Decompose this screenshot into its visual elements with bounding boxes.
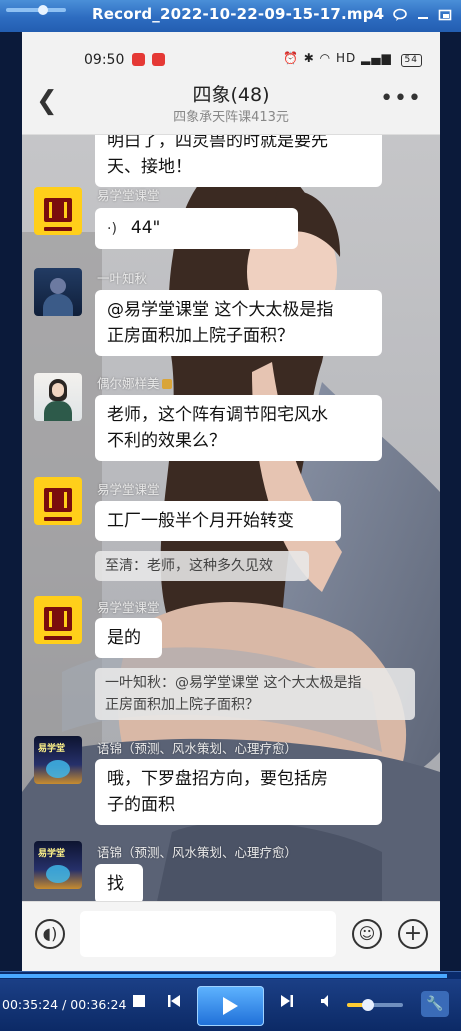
next-icon[interactable]	[276, 993, 298, 1014]
previous-icon[interactable]	[163, 993, 185, 1014]
message-bubble[interactable]: 工厂一般半个月开始转变	[95, 501, 341, 541]
status-time: 09:50	[84, 52, 125, 68]
sender-name-text: 偶尔娜样美	[97, 376, 160, 391]
avatar-figure-body	[43, 294, 73, 316]
window-mode-icon[interactable]	[437, 7, 453, 23]
more-options-icon[interactable]: •••	[380, 86, 422, 111]
message-text: 找	[107, 874, 124, 894]
alarm-icon: ⏰	[282, 51, 299, 65]
phone-screen: 09:50 ⏰ ✱ ◠ HD ▂▄▆ 54 ❮ 四象(48) 四象承天阵课413…	[22, 32, 440, 971]
bluetooth-icon: ✱	[303, 51, 315, 65]
battery-icon: 54	[400, 54, 422, 67]
avatar[interactable]	[34, 477, 82, 525]
voice-input-icon[interactable]: ◖)	[35, 919, 65, 949]
avatar-logo-text: 易学堂	[38, 849, 66, 859]
sender-name: 易学堂课堂	[97, 600, 160, 615]
voice-message-bubble[interactable]: ·) 44"	[95, 208, 298, 249]
book-logo-icon	[44, 488, 72, 512]
playback-time: 00:35:24 / 00:36:24	[2, 997, 127, 1012]
vip-badge-icon	[161, 379, 172, 389]
message-bubble[interactable]: 是的	[95, 618, 162, 658]
avatar-face	[52, 383, 64, 397]
message-input[interactable]	[80, 911, 336, 957]
settings-wrench-icon[interactable]: 🔧	[421, 991, 449, 1017]
avatar[interactable]: 易学堂	[34, 841, 82, 889]
message-text: 哦，下罗盘招方向，要包括房	[107, 769, 328, 789]
volume-knob[interactable]	[362, 999, 375, 1011]
quoted-reply[interactable]: 至清：老师，这种多久见效	[95, 551, 309, 581]
emoji-icon[interactable]: ☺	[352, 919, 382, 949]
message-bubble[interactable]: 哦，下罗盘招方向，要包括房 子的面积	[95, 759, 382, 825]
minimize-icon[interactable]	[415, 7, 431, 23]
avatar-figure	[50, 278, 66, 294]
message-text: 正房面积加上院子面积？	[107, 326, 294, 346]
volume-icon[interactable]	[316, 993, 338, 1014]
message-text: 不利的效果么？	[107, 431, 226, 451]
book-logo-icon	[44, 607, 72, 631]
avatar[interactable]	[34, 596, 82, 644]
wifi-icon: ◠	[319, 51, 332, 65]
avatar-body	[44, 401, 72, 421]
avatar[interactable]	[34, 187, 82, 235]
logo-text-bar	[44, 227, 72, 231]
avatar[interactable]	[34, 268, 82, 316]
message-bubble[interactable]: 老师，这个阵有调节阳宅风水 不利的效果么？	[95, 395, 382, 461]
sender-name: 语锦（预测、风水策划、心理疗愈）	[97, 741, 298, 756]
message-text: 老师，这个阵有调节阳宅风水	[107, 405, 328, 425]
signal-icon: ▂▄▆	[361, 51, 392, 65]
avatar-stage-shape	[46, 865, 70, 883]
mini-progress-knob[interactable]	[38, 5, 48, 15]
group-subtitle: 四象承天阵课413元	[173, 110, 289, 125]
hd-icon: HD	[335, 51, 357, 65]
group-title: 四象(48)	[192, 84, 270, 106]
avatar[interactable]	[34, 373, 82, 421]
voice-duration: 44"	[130, 218, 161, 238]
message-text: @易学堂课堂 这个大太极是指	[107, 300, 334, 320]
sender-name: 语锦（预测、风水策划、心理疗愈）	[97, 845, 298, 860]
chat-input-bar: ◖) ☺ +	[22, 901, 440, 971]
message-list[interactable]: 明白了，四灵兽的时就是要先 天、接地！ 易学堂课堂 ·) 44" 一叶知秋 @易学…	[22, 135, 440, 901]
book-logo-icon	[44, 198, 72, 222]
sender-name: 易学堂课堂	[97, 482, 160, 497]
video-file-title: Record_2022-10-22-09-15-17.mp4	[92, 5, 385, 23]
quoted-reply[interactable]: 一叶知秋：@易学堂课堂 这个大太极是指 正房面积加上院子面积？	[95, 668, 415, 720]
player-title-bar: Record_2022-10-22-09-15-17.mp4	[0, 0, 461, 32]
playback-progress-fill	[0, 974, 448, 978]
chat-header: ❮ 四象(48) 四象承天阵课413元 •••	[22, 76, 440, 135]
message-bubble[interactable]: @易学堂课堂 这个大太极是指 正房面积加上院子面积？	[95, 290, 382, 356]
voice-wave-icon: ·)	[107, 221, 117, 237]
sender-name: 易学堂课堂	[97, 188, 160, 203]
message-bubble[interactable]: 明白了，四灵兽的时就是要先 天、接地！	[95, 135, 382, 187]
notification-app-icon	[132, 53, 145, 66]
notification-app-icon-2	[152, 53, 165, 66]
message-bubble[interactable]: 找	[95, 864, 143, 901]
avatar-logo-text: 易学堂	[38, 744, 66, 754]
sender-name: 一叶知秋	[97, 271, 148, 286]
play-icon	[223, 997, 238, 1015]
volume-slider[interactable]	[347, 999, 403, 1011]
chat-bubble-icon[interactable]	[392, 7, 408, 23]
logo-text-bar	[44, 517, 72, 521]
message-text: 明白了，四灵兽的时就是要先	[107, 135, 328, 151]
avatar-stage-shape	[46, 760, 70, 778]
message-text: 是的	[107, 628, 141, 648]
stop-icon[interactable]	[128, 993, 150, 1013]
phone-status-bar: 09:50 ⏰ ✱ ◠ HD ▂▄▆ 54	[22, 32, 440, 76]
quote-text: 一叶知秋：@易学堂课堂 这个大太极是指	[105, 675, 362, 691]
message-text: 天、接地！	[107, 157, 192, 177]
quote-text: 正房面积加上院子面积？	[105, 697, 259, 713]
status-icons: ⏰ ✱ ◠ HD ▂▄▆ 54	[283, 51, 422, 67]
play-button[interactable]	[197, 986, 264, 1026]
mini-progress-slider[interactable]	[6, 5, 66, 15]
logo-text-bar	[44, 636, 72, 640]
avatar[interactable]: 易学堂	[34, 736, 82, 784]
sender-name: 偶尔娜样美	[97, 373, 172, 392]
message-text: 工厂一般半个月开始转变	[107, 511, 294, 531]
player-controls: 00:35:24 / 00:36:24 🔧	[0, 979, 461, 1031]
add-icon[interactable]: +	[398, 919, 428, 949]
message-text: 子的面积	[107, 795, 175, 815]
